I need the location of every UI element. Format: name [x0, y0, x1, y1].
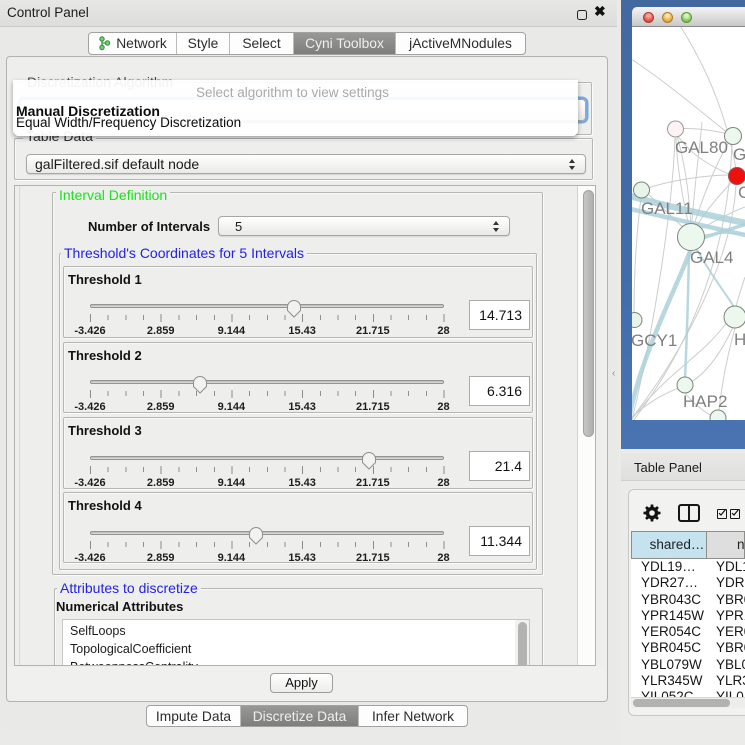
svg-text:GAL11: GAL11	[641, 199, 693, 218]
svg-text:GAL2: GAL2	[733, 145, 745, 164]
svg-text:HIS4: HIS4	[734, 330, 745, 349]
svg-text:GCY1: GCY1	[632, 331, 677, 350]
svg-text:C: C	[738, 183, 745, 202]
svg-text:GAL80: GAL80	[675, 138, 728, 157]
svg-text:GAL4: GAL4	[690, 248, 733, 267]
svg-text:HAP2: HAP2	[683, 392, 727, 411]
